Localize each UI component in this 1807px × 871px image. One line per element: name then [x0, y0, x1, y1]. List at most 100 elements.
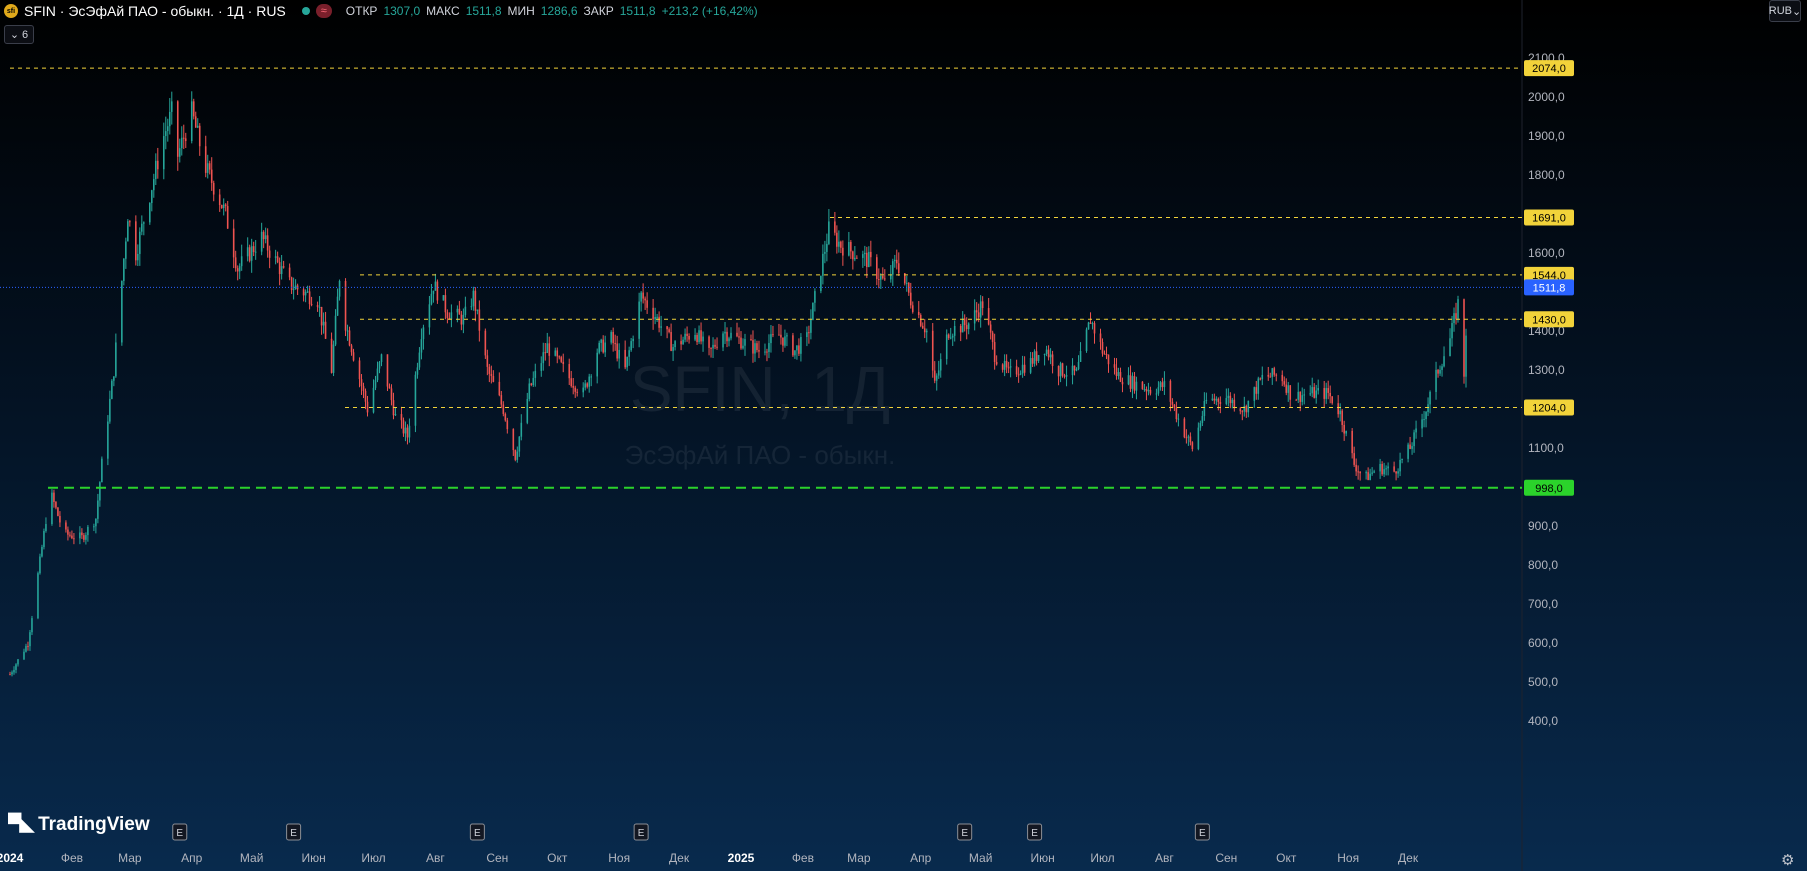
candle-body — [1211, 398, 1214, 400]
candle-body — [59, 515, 61, 523]
x-tick-label: Сен — [486, 851, 508, 865]
candle-body — [660, 326, 662, 328]
candle-body — [604, 342, 606, 353]
candle-body — [430, 293, 433, 305]
candle-body — [1163, 380, 1166, 388]
candle-body — [698, 330, 700, 343]
candle-body — [686, 333, 688, 336]
candle-body — [822, 253, 824, 276]
candle-body — [1115, 367, 1118, 377]
candle-body — [778, 334, 780, 336]
candle-body — [1159, 382, 1162, 388]
candle-body — [434, 281, 437, 291]
candle-body — [1241, 411, 1244, 413]
x-tick-label: Июн — [301, 851, 325, 865]
gear-icon[interactable]: ⚙ — [1781, 851, 1797, 869]
tradingview-logo[interactable]: ▀◣ TradingView — [8, 813, 150, 836]
candle-body — [736, 332, 738, 337]
candle-body — [9, 674, 11, 676]
currency-button[interactable]: RUB ⌄ — [1769, 0, 1801, 22]
candle-body — [115, 342, 117, 377]
candle-body — [694, 334, 696, 340]
candle-body — [1267, 374, 1270, 377]
x-tick-label: 2025 — [728, 851, 755, 865]
candle-body — [1395, 471, 1397, 474]
candle-body — [626, 356, 628, 368]
x-tick-label: Апр — [181, 851, 203, 865]
indicators-toggle-button[interactable]: ⌄ 6 — [4, 25, 34, 44]
candle-body — [17, 659, 19, 665]
candle-body — [1017, 374, 1020, 376]
candle-body — [740, 337, 742, 349]
candle-body — [422, 327, 425, 340]
candle-body — [862, 254, 864, 258]
candle-body — [624, 349, 626, 368]
candle-body — [931, 330, 934, 371]
candle-body — [234, 257, 237, 269]
candle-body — [666, 326, 668, 330]
candle-body — [995, 361, 998, 365]
y-tick-label: 700,0 — [1528, 597, 1558, 611]
candle-body — [37, 573, 39, 619]
candle-body — [782, 337, 784, 346]
candle-body — [1077, 361, 1080, 370]
candle-body — [1023, 364, 1026, 373]
candle-body — [1437, 369, 1439, 374]
candle-body — [868, 251, 870, 268]
candle-body — [488, 366, 491, 374]
candle-body — [378, 362, 381, 369]
candle-body — [282, 266, 285, 268]
candle-body — [1171, 401, 1174, 405]
candle-body — [1143, 389, 1146, 391]
candle-body — [965, 325, 968, 330]
candle-body — [1381, 463, 1383, 475]
high-value: 1511,8 — [465, 4, 502, 18]
candle-body — [308, 291, 311, 305]
candle-body — [590, 376, 593, 378]
close-label: ЗАКР — [583, 4, 614, 18]
candle-body — [155, 160, 157, 180]
candle-body — [1129, 375, 1132, 389]
candle-body — [500, 395, 503, 405]
candle-body — [57, 507, 59, 516]
candle-body — [1429, 391, 1431, 405]
candle-body — [322, 321, 325, 326]
earnings-marker-label: E — [638, 828, 645, 839]
candle-body — [1217, 398, 1220, 402]
candle-body — [1317, 388, 1320, 391]
x-tick-label: Авг — [426, 851, 445, 865]
candle-body — [1203, 400, 1206, 417]
candle-body — [153, 179, 155, 191]
candle-body — [1199, 422, 1202, 428]
candle-body — [1059, 363, 1062, 377]
candle-body — [1205, 399, 1208, 401]
level-price-label: 1430,0 — [1532, 314, 1566, 326]
earnings-marker-label: E — [1199, 828, 1206, 839]
candle-body — [1033, 351, 1036, 364]
candle-body — [977, 312, 980, 318]
candle-body — [432, 290, 435, 294]
candle-body — [83, 535, 85, 540]
candle-body — [961, 318, 964, 333]
candle-body — [1449, 338, 1451, 357]
candle-body — [41, 546, 43, 557]
candle-body — [376, 368, 379, 381]
candle-body — [176, 101, 179, 157]
candle-body — [963, 318, 966, 326]
candle-body — [1079, 350, 1082, 362]
candle-body — [1463, 299, 1465, 377]
candle-body — [470, 306, 473, 308]
candle-body — [1147, 389, 1150, 392]
candle-body — [1057, 365, 1060, 377]
symbol-title[interactable]: SFIN · ЭсЭфАй ПАО - обыкн. · 1Д · RUS — [24, 3, 286, 19]
price-chart[interactable]: 2100,02000,01900,01800,01600,01400,01300… — [0, 0, 1807, 871]
tradingview-logo-icon: ▀◣ — [8, 814, 34, 835]
candle-body — [450, 312, 453, 320]
candle-body — [516, 451, 519, 460]
candle-body — [772, 334, 774, 336]
candle-body — [474, 290, 477, 311]
candle-body — [246, 247, 249, 257]
candle-body — [288, 267, 291, 278]
candle-body — [618, 349, 620, 359]
candle-body — [840, 241, 842, 248]
